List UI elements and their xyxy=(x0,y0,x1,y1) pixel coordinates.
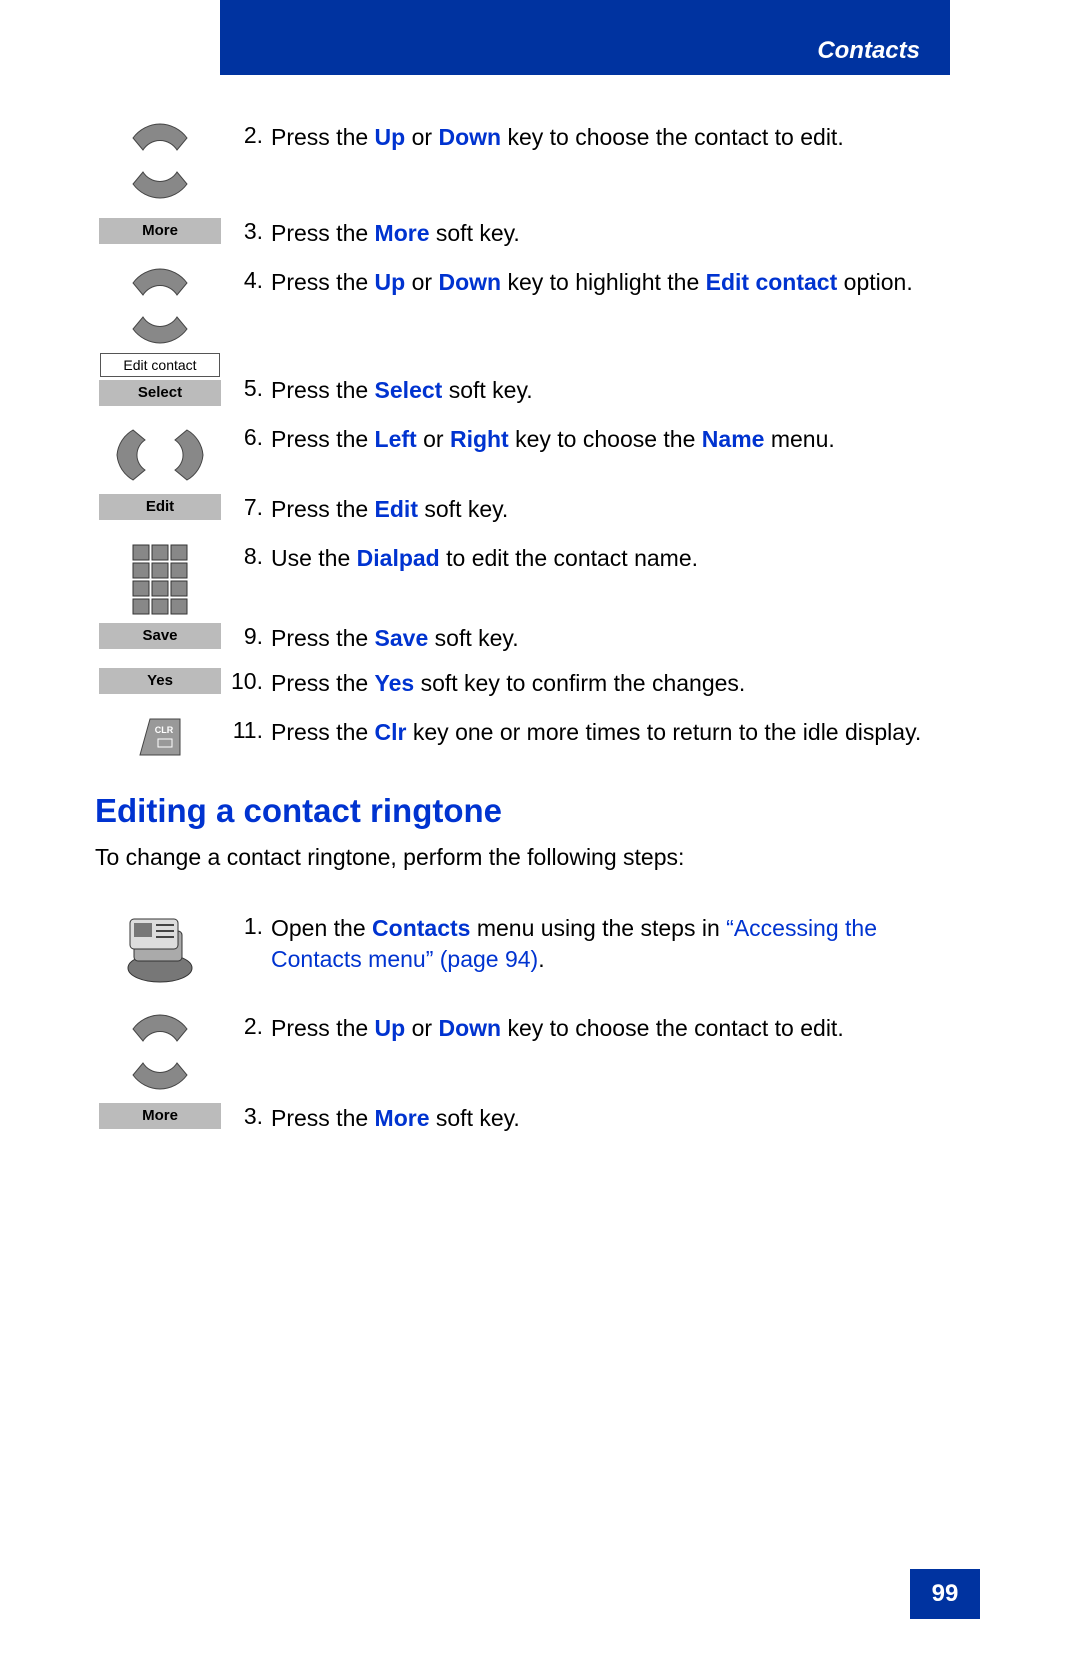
step-text: Press the Clr key one or more times to r… xyxy=(271,717,965,748)
page-content: 2. Press the Up or Down key to choose th… xyxy=(95,122,965,1142)
menu-option-edit-contact: Edit contact xyxy=(100,353,220,377)
step-row: 4. Press the Up or Down key to highlight… xyxy=(95,267,965,345)
step-number: 2. xyxy=(225,122,271,149)
step-number: 1. xyxy=(225,913,271,940)
clr-key-icon: CLR xyxy=(138,717,182,757)
step-number: 3. xyxy=(225,1103,271,1130)
softkey-edit: Edit xyxy=(99,494,221,520)
step-text: Use the Dialpad to edit the contact name… xyxy=(271,543,965,574)
softkey-select: Select xyxy=(99,380,221,406)
step-number: 3. xyxy=(225,218,271,245)
step-row: CLR 11. Press the Clr key one or more ti… xyxy=(95,717,965,757)
dialpad-icon xyxy=(131,543,189,615)
step-number: 7. xyxy=(225,494,271,521)
section-intro: To change a contact ringtone, perform th… xyxy=(95,844,965,871)
step-number: 9. xyxy=(225,623,271,650)
step-text: Press the More soft key. xyxy=(271,1103,965,1134)
step-text: Press the Yes soft key to confirm the ch… xyxy=(271,668,965,699)
step-text: Press the More soft key. xyxy=(271,218,965,249)
header-title: Contacts xyxy=(817,37,920,65)
step-text: Press the Left or Right key to choose th… xyxy=(271,424,965,455)
step-text: Press the Up or Down key to choose the c… xyxy=(271,1013,965,1044)
step-text: Press the Select soft key. xyxy=(271,353,965,406)
step-number: 8. xyxy=(225,543,271,570)
step-number: 11. xyxy=(225,717,271,744)
up-down-key-icon xyxy=(125,267,195,345)
step-row: 8. Use the Dialpad to edit the contact n… xyxy=(95,543,965,615)
up-down-key-icon xyxy=(125,122,195,200)
header-section: Contacts xyxy=(220,0,950,75)
step-text: Press the Edit soft key. xyxy=(271,494,965,525)
step-number: 5. xyxy=(225,353,271,402)
step-number: 6. xyxy=(225,424,271,451)
softkey-more: More xyxy=(99,218,221,244)
step-row: 2. Press the Up or Down key to choose th… xyxy=(95,1013,965,1091)
left-right-key-icon xyxy=(115,424,205,486)
step-row: Save 9. Press the Save soft key. xyxy=(95,623,965,654)
softkey-save: Save xyxy=(99,623,221,649)
step-number: 10. xyxy=(225,668,271,695)
softkey-more: More xyxy=(99,1103,221,1129)
step-row: 2. Press the Up or Down key to choose th… xyxy=(95,122,965,200)
step-number: 4. xyxy=(225,267,271,294)
step-row: More 3. Press the More soft key. xyxy=(95,218,965,249)
step-row: More 3. Press the More soft key. xyxy=(95,1103,965,1134)
step-row: 6. Press the Left or Right key to choose… xyxy=(95,424,965,486)
step-number: 2. xyxy=(225,1013,271,1040)
step-text: Press the Save soft key. xyxy=(271,623,965,654)
step-row: Edit 7. Press the Edit soft key. xyxy=(95,494,965,525)
step-text: Open the Contacts menu using the steps i… xyxy=(271,913,965,975)
contacts-icon xyxy=(120,913,200,985)
softkey-yes: Yes xyxy=(99,668,221,694)
svg-text:CLR: CLR xyxy=(155,725,174,735)
section-heading: Editing a contact ringtone xyxy=(95,792,965,830)
up-down-key-icon xyxy=(125,1013,195,1091)
step-row: 1. Open the Contacts menu using the step… xyxy=(95,913,965,985)
step-row: Edit contact Select 5. Press the Select … xyxy=(95,353,965,406)
step-text: Press the Up or Down key to choose the c… xyxy=(271,122,965,153)
page-number: 99 xyxy=(910,1569,980,1619)
step-row: Yes 10. Press the Yes soft key to confir… xyxy=(95,668,965,699)
step-text: Press the Up or Down key to highlight th… xyxy=(271,267,965,298)
